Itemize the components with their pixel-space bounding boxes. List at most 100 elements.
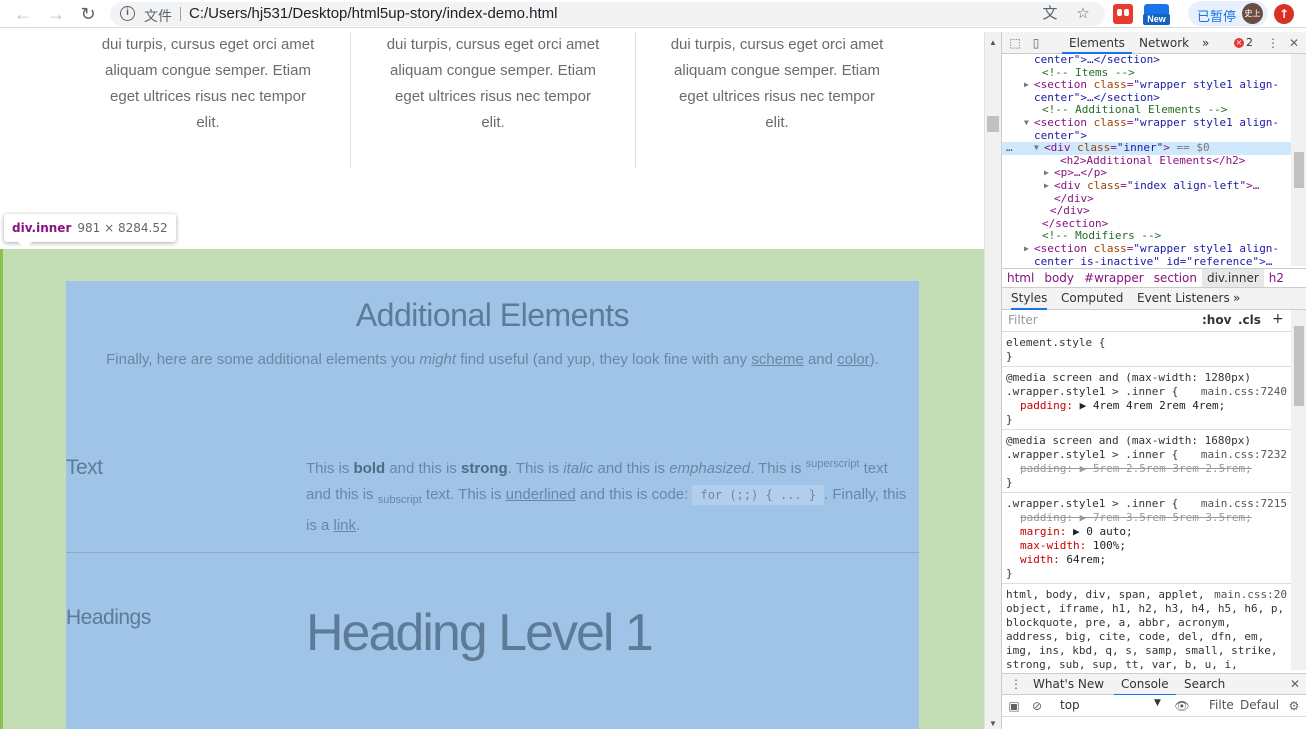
- css-source-link[interactable]: main.css:7232: [1201, 448, 1287, 462]
- live-expression-eye-icon[interactable]: 👁: [1174, 698, 1190, 714]
- error-counter[interactable]: × 2: [1234, 32, 1253, 54]
- address-bar[interactable]: i 文件 C:/Users/hj531/Desktop/html5up-stor…: [110, 2, 1105, 26]
- css-rule-line: .wrapper.style1 > .inner {main.css:7215: [1006, 497, 1287, 511]
- expand-arrow-icon[interactable]: ▶: [1044, 180, 1049, 193]
- tab-whats-new[interactable]: What's New: [1033, 674, 1104, 694]
- context-select[interactable]: top: [1060, 698, 1080, 712]
- dom-node-line[interactable]: <h2>Additional Elements</h2>: [1002, 154, 1291, 168]
- css-declaration[interactable]: width: 64rem;: [1006, 553, 1287, 567]
- column-text-2: dui turpis, cursus eget orci amet aliqua…: [378, 32, 608, 136]
- css-rule-line: @media screen and (max-width: 1280px): [1006, 371, 1252, 384]
- scroll-up-icon[interactable]: ▲: [989, 38, 997, 47]
- breadcrumb-item[interactable]: body: [1039, 269, 1079, 287]
- page-scroll-thumb[interactable]: [987, 116, 999, 132]
- more-tabs-chevron[interactable]: »: [1202, 32, 1209, 54]
- column-line: eget ultrices risus nec tempor: [679, 88, 875, 105]
- new-rule-plus-icon[interactable]: +: [1272, 311, 1284, 327]
- error-count: 2: [1246, 36, 1253, 49]
- column-line: aliquam congue semper. Etiam: [105, 62, 311, 79]
- color-link[interactable]: color: [837, 351, 870, 368]
- styles-scrollbar[interactable]: [1291, 310, 1306, 670]
- text-link[interactable]: link: [334, 517, 357, 534]
- drawer-menu-icon[interactable]: ⋮: [1008, 676, 1024, 692]
- devtools-panel: ⬚ ▯ Elements Network » × 2 ⋮ ✕ center">…<…: [1001, 32, 1306, 729]
- css-rule-block: html, body, div, span, applet, main.css:2…: [1002, 586, 1291, 670]
- breadcrumb-item[interactable]: #wrapper: [1079, 269, 1149, 287]
- devtools-close-icon[interactable]: ✕: [1286, 35, 1302, 51]
- console-filter-input[interactable]: Filte: [1209, 698, 1234, 712]
- console-sidebar-icon[interactable]: ▣: [1006, 698, 1022, 714]
- breadcrumb-item[interactable]: div.inner: [1201, 269, 1264, 287]
- dom-scrollbar[interactable]: [1291, 54, 1306, 266]
- dom-scroll-thumb[interactable]: [1294, 152, 1304, 188]
- scheme-link[interactable]: scheme: [751, 351, 804, 368]
- update-arrow-icon[interactable]: ↑: [1274, 4, 1294, 24]
- tab-network[interactable]: Network: [1139, 32, 1189, 54]
- column-line: eget ultrices risus nec tempor: [110, 88, 306, 105]
- css-source-link[interactable]: main.css:7215: [1201, 497, 1287, 511]
- cls-toggle[interactable]: .cls: [1238, 313, 1261, 327]
- css-declaration[interactable]: padding: ▶ 7rem 3.5rem 5rem 3.5rem;: [1006, 511, 1287, 525]
- breadcrumb-item[interactable]: section: [1149, 269, 1202, 287]
- forward-arrow-icon[interactable]: →: [45, 3, 67, 25]
- dom-node-line[interactable]: ▶ <div class="index align-left">…: [1002, 179, 1291, 193]
- css-declaration[interactable]: margin: ▶ 0 auto;: [1006, 525, 1287, 539]
- url-text[interactable]: C:/Users/hj531/Desktop/html5up-story/ind…: [189, 5, 557, 22]
- column-line: dui turpis, cursus eget orci amet: [101, 36, 315, 53]
- dom-node-line[interactable]: </div>: [1002, 192, 1291, 206]
- tab-elements[interactable]: Elements: [1062, 32, 1132, 54]
- info-icon[interactable]: i: [120, 6, 135, 21]
- tab-event-listeners[interactable]: Event Listeners: [1137, 288, 1230, 308]
- expand-arrow-icon[interactable]: ▶: [1024, 243, 1029, 256]
- device-toolbar-icon[interactable]: ▯: [1028, 35, 1044, 51]
- column-line: elit.: [765, 114, 789, 131]
- styles-filter-input[interactable]: Filter: [1008, 313, 1038, 327]
- devtools-menu-icon[interactable]: ⋮: [1265, 35, 1281, 51]
- drawer-close-icon[interactable]: ✕: [1287, 676, 1303, 692]
- clear-console-icon[interactable]: ⊘: [1029, 698, 1045, 714]
- back-arrow-icon[interactable]: ←: [12, 3, 34, 25]
- styles-subtabbar: Styles Computed Event Listeners »: [1002, 288, 1306, 310]
- expand-arrow-icon[interactable]: ▶: [1044, 167, 1049, 180]
- paused-label: 已暂停: [1197, 10, 1237, 25]
- expand-arrow-icon[interactable]: ▼: [1034, 142, 1039, 155]
- inspect-element-icon[interactable]: ⬚: [1007, 35, 1023, 51]
- drawer-tabbar: ⋮ What's New Console Search ✕: [1002, 673, 1306, 696]
- dom-node-line[interactable]: center is-inactive" id="reference">…: [1002, 255, 1291, 266]
- tab-search[interactable]: Search: [1184, 674, 1225, 694]
- expand-arrow-icon[interactable]: ▶: [1024, 79, 1029, 92]
- console-settings-gear-icon[interactable]: ⚙: [1286, 698, 1302, 714]
- log-levels-select[interactable]: Defaul: [1240, 698, 1279, 712]
- bold-text: bold: [353, 460, 386, 477]
- section-title: Additional Elements: [355, 297, 630, 333]
- tab-styles[interactable]: Styles: [1011, 288, 1048, 310]
- tab-computed[interactable]: Computed: [1061, 288, 1123, 308]
- css-rule-line: object, iframe, h1, h2, h3, h4, h5, h6, …: [1006, 602, 1285, 615]
- css-declaration[interactable]: max-width: 100%;: [1006, 539, 1287, 553]
- context-chevron-down-icon[interactable]: ▼: [1154, 698, 1161, 708]
- tab-console[interactable]: Console: [1114, 674, 1176, 696]
- expand-arrow-icon[interactable]: ▼: [1024, 117, 1029, 130]
- breadcrumb-item[interactable]: html: [1002, 269, 1039, 287]
- hov-toggle[interactable]: :hov: [1202, 313, 1231, 327]
- more-subtabs-chevron[interactable]: »: [1233, 288, 1240, 308]
- css-source-link[interactable]: main.css:20: [1214, 588, 1287, 602]
- css-declaration[interactable]: padding: ▶ 5rem 2.5rem 3rem 2.5rem;: [1006, 462, 1287, 476]
- reload-icon[interactable]: ↻: [77, 3, 99, 25]
- css-source-link[interactable]: main.css:7240: [1201, 385, 1287, 399]
- column-line: aliquam congue semper. Etiam: [674, 62, 880, 79]
- styles-scroll-thumb[interactable]: [1294, 326, 1304, 406]
- breadcrumb-item[interactable]: h2: [1264, 269, 1289, 287]
- tooltip-element-name: div.inner: [12, 221, 72, 235]
- css-declaration[interactable]: padding: ▶ 4rem 4rem 2rem 4rem;: [1006, 399, 1287, 413]
- page-scrollbar[interactable]: ▲ ▼: [984, 32, 1001, 729]
- bookmark-star-icon[interactable]: ☆: [1073, 4, 1093, 24]
- headings-row-label: Headings: [66, 606, 151, 629]
- css-rule-line: }: [1006, 350, 1013, 363]
- translate-icon[interactable]: ⽂: [1040, 4, 1060, 24]
- scroll-down-icon[interactable]: ▼: [989, 719, 997, 728]
- css-rule-line: element.style {: [1006, 336, 1106, 349]
- extension-red-icon[interactable]: [1113, 4, 1133, 24]
- devtools-tabbar: ⬚ ▯ Elements Network » × 2 ⋮ ✕: [1002, 32, 1306, 54]
- profile-paused-button[interactable]: 已暂停 史上: [1188, 1, 1268, 26]
